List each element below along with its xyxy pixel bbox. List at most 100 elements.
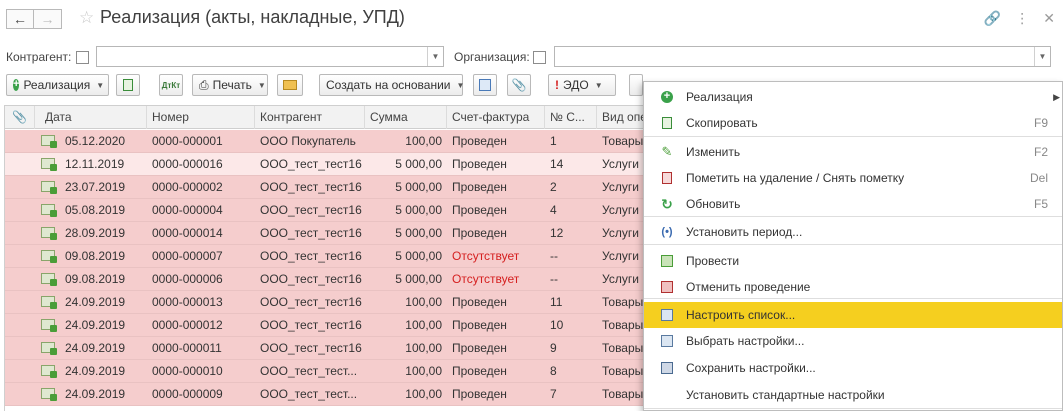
counterparty-label: Контрагент: <box>6 50 72 64</box>
add-icon: + <box>660 90 674 104</box>
column-header-invoice[interactable]: Счет-фактура <box>447 106 545 129</box>
column-header-date[interactable]: Дата <box>35 106 147 129</box>
cell-n: 10 <box>550 318 564 332</box>
menu-item[interactable]: Настроить список... <box>644 302 1062 328</box>
cell-n: 4 <box>550 203 557 217</box>
table-row[interactable]: 24.09.2019 0000-000009 ООО_тест_тест... 100… <box>5 383 644 406</box>
cell-sum: 5 000,00 <box>395 272 442 286</box>
menu-item[interactable]: Отменить проведение <box>644 274 1062 300</box>
menu-item[interactable]: Провести <box>644 248 1062 274</box>
table-row[interactable]: 05.12.2020 0000-000001 ООО Покупатель 100,0… <box>5 130 644 153</box>
cell-counterparty: ООО_тест_тест16 <box>260 272 362 286</box>
menu-item[interactable]: Пометить на удаление / Снять пометку Del <box>644 165 1062 191</box>
copy-button[interactable] <box>116 74 140 96</box>
table-row[interactable]: 24.09.2019 0000-000010 ООО_тест_тест... 100… <box>5 360 644 383</box>
cell-n: 14 <box>550 157 564 171</box>
close-icon[interactable]: ✕ <box>1043 10 1055 27</box>
cell-kind: Услуги <box>602 272 639 286</box>
realization-label: Реализация <box>23 78 91 92</box>
organization-field[interactable]: ▼ <box>554 46 1051 67</box>
cell-counterparty: ООО_тест_тест16 <box>260 318 362 332</box>
posted-document-icon <box>41 227 57 240</box>
print-button[interactable]: ⎙ Печать ▼ <box>192 74 268 96</box>
menu-item[interactable]: ↻ Обновить F5 <box>644 191 1062 217</box>
cell-number: 0000-000011 <box>152 341 222 355</box>
cell-n: -- <box>550 272 558 286</box>
table-row[interactable]: 28.09.2019 0000-000014 ООО_тест_тест16 5 00… <box>5 222 644 245</box>
table-row[interactable]: 24.09.2019 0000-000012 ООО_тест_тест16 100,… <box>5 314 644 337</box>
menu-item[interactable]: Сохранить настройки... <box>644 355 1062 381</box>
organization-checkbox[interactable] <box>533 51 546 64</box>
cell-sum: 5 000,00 <box>395 180 442 194</box>
cell-kind: Услуги <box>602 226 639 240</box>
edo-button[interactable]: ! ЭДО ▼ <box>548 74 616 96</box>
counterparty-checkbox[interactable] <box>76 51 89 64</box>
attachment-column-header[interactable]: 📎 <box>5 106 35 129</box>
nav-buttons: ← → <box>6 9 62 29</box>
cell-invoice: Проведен <box>452 387 507 401</box>
menu-item[interactable]: Установить стандартные настройки <box>644 382 1062 408</box>
forward-button[interactable]: → <box>34 9 62 29</box>
chevron-down-icon[interactable]: ▼ <box>427 47 443 66</box>
delete-mark-icon <box>660 171 674 185</box>
column-header-counterparty[interactable]: Контрагент <box>255 106 365 129</box>
column-header-sum[interactable]: Сумма <box>365 106 447 129</box>
paperclip-icon: 📎 <box>12 110 27 124</box>
table-row[interactable]: 24.09.2019 0000-000011 ООО_тест_тест16 100,… <box>5 337 644 360</box>
table-row[interactable]: 23.07.2019 0000-000002 ООО_тест_тест16 5 00… <box>5 176 644 199</box>
table-row[interactable]: 09.08.2019 0000-000007 ООО_тест_тест16 5 00… <box>5 245 644 268</box>
cell-n: 9 <box>550 341 557 355</box>
cell-kind: Услуги <box>602 203 639 217</box>
menu-item-label: Скопировать <box>686 116 758 130</box>
posted-document-icon <box>41 158 57 171</box>
realization-button[interactable]: + Реализация ▼ <box>6 74 109 96</box>
back-button[interactable]: ← <box>6 9 34 29</box>
cell-kind: Товары <box>602 318 644 332</box>
menu-item[interactable]: ✎ Изменить F2 <box>644 139 1062 165</box>
menu-item-label: Провести <box>686 254 740 268</box>
cell-n: 11 <box>550 295 563 309</box>
cell-number: 0000-000002 <box>152 180 223 194</box>
cell-invoice: Проведен <box>452 226 507 240</box>
menu-item[interactable]: Скопировать F9 <box>644 110 1062 136</box>
cell-invoice: Отсутствует <box>452 249 520 263</box>
posted-document-icon <box>41 319 57 332</box>
more-icon[interactable]: ⋮ <box>1015 10 1029 27</box>
menu-item[interactable]: (•) Установить период... <box>644 219 1062 245</box>
cell-counterparty: ООО_тест_тест16 <box>260 226 362 240</box>
attachment-button[interactable]: 📎 <box>507 74 531 96</box>
menu-item[interactable]: Выбрать настройки... <box>644 328 1062 354</box>
chevron-right-icon: ▶ <box>1053 91 1060 102</box>
cell-sum: 100,00 <box>405 318 442 332</box>
table-row[interactable]: 24.09.2019 0000-000013 ООО_тест_тест16 100,… <box>5 291 644 314</box>
column-header-number[interactable]: Номер <box>147 106 255 129</box>
column-header-invoice-number[interactable]: № С... <box>545 106 597 129</box>
organization-label: Организация: <box>454 50 530 64</box>
table-row[interactable]: 05.08.2019 0000-000004 ООО_тест_тест16 5 00… <box>5 199 644 222</box>
cell-sum: 5 000,00 <box>395 249 442 263</box>
table-row[interactable]: 12.11.2019 0000-000016 ООО_тест_тест16 5 00… <box>5 153 644 176</box>
cell-kind: Товары <box>602 134 644 148</box>
context-menu: + Реализация ▶ Скопировать F9 ✎ Изменить F2 Поме… <box>643 81 1063 411</box>
cell-counterparty: ООО_тест_тест16 <box>260 203 362 217</box>
structure-button[interactable] <box>473 74 497 96</box>
more-toolbar-button[interactable] <box>629 74 643 96</box>
cell-sum: 100,00 <box>405 295 442 309</box>
mail-button[interactable] <box>277 74 303 96</box>
cell-n: 1 <box>550 134 557 148</box>
counterparty-field[interactable]: ▼ <box>96 46 444 67</box>
menu-item[interactable]: + Реализация ▶ <box>644 84 1062 110</box>
favorite-star-icon[interactable]: ☆ <box>79 8 94 28</box>
create-based-on-button[interactable]: Создать на основании ▼ <box>319 74 464 96</box>
table-row[interactable]: 09.08.2019 0000-000006 ООО_тест_тест16 5 00… <box>5 268 644 291</box>
cell-sum: 100,00 <box>405 387 442 401</box>
dt-kt-button[interactable]: ДтКт <box>159 74 183 96</box>
cell-sum: 100,00 <box>405 364 442 378</box>
printer-icon: ⎙ <box>199 77 209 92</box>
menu-item-shortcut: Del <box>1029 171 1048 185</box>
choose-settings-icon <box>660 334 674 348</box>
column-header-operation-kind[interactable]: Вид опе <box>597 106 644 129</box>
chevron-down-icon[interactable]: ▼ <box>1034 47 1050 66</box>
link-icon[interactable]: 🔗 <box>984 10 1001 27</box>
menu-item-label: Отменить проведение <box>686 280 811 294</box>
